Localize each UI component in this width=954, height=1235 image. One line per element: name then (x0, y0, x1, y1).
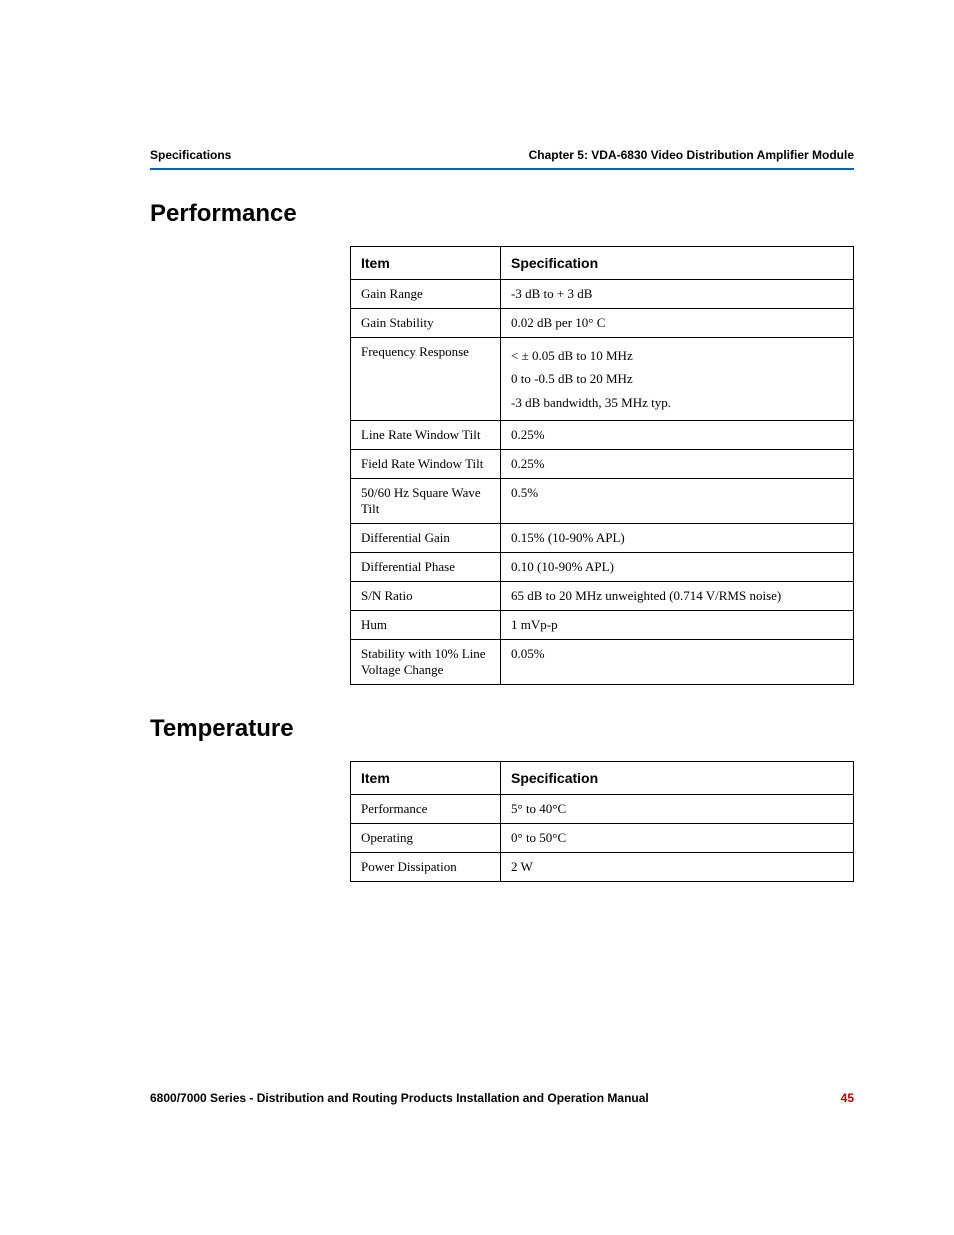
table-row: Differential Gain0.15% (10-90% APL) (351, 524, 854, 553)
table-row: Hum1 mVp-p (351, 611, 854, 640)
cell-item: Performance (351, 795, 501, 824)
cell-item: Gain Stability (351, 309, 501, 338)
cell-item: Differential Gain (351, 524, 501, 553)
table-row: Field Rate Window Tilt0.25% (351, 450, 854, 479)
table-row: S/N Ratio65 dB to 20 MHz unweighted (0.7… (351, 582, 854, 611)
cell-spec: 5° to 40°C (501, 795, 854, 824)
col-header-spec: Specification (501, 762, 854, 795)
cell-item: Gain Range (351, 280, 501, 309)
cell-spec: -3 dB to + 3 dB (501, 280, 854, 309)
footer-page-number: 45 (841, 1091, 854, 1105)
cell-spec: 0.25% (501, 450, 854, 479)
table-row: Line Rate Window Tilt0.25% (351, 421, 854, 450)
cell-item: Stability with 10% Line Voltage Change (351, 640, 501, 685)
cell-item: Line Rate Window Tilt (351, 421, 501, 450)
table-row: Frequency Response< ± 0.05 dB to 10 MHz0… (351, 338, 854, 421)
table-row: Differential Phase0.10 (10-90% APL) (351, 553, 854, 582)
col-header-item: Item (351, 247, 501, 280)
cell-item: 50/60 Hz Square Wave Tilt (351, 479, 501, 524)
cell-item: S/N Ratio (351, 582, 501, 611)
table-row: Operating0° to 50°C (351, 824, 854, 853)
col-header-item: Item (351, 762, 501, 795)
table-row: Stability with 10% Line Voltage Change0.… (351, 640, 854, 685)
cell-item: Operating (351, 824, 501, 853)
performance-tbody: Gain Range-3 dB to + 3 dBGain Stability0… (351, 280, 854, 685)
cell-item: Power Dissipation (351, 853, 501, 882)
section-title-performance: Performance (150, 200, 854, 228)
table-header-row: Item Specification (351, 762, 854, 795)
table-row: Gain Stability0.02 dB per 10° C (351, 309, 854, 338)
cell-spec: 0° to 50°C (501, 824, 854, 853)
header-right: Chapter 5: VDA-6830 Video Distribution A… (529, 148, 854, 162)
cell-item: Frequency Response (351, 338, 501, 421)
table-header-row: Item Specification (351, 247, 854, 280)
table-row: 50/60 Hz Square Wave Tilt0.5% (351, 479, 854, 524)
cell-spec: < ± 0.05 dB to 10 MHz0 to -0.5 dB to 20 … (501, 338, 854, 421)
cell-spec: 0.05% (501, 640, 854, 685)
page-header: Specifications Chapter 5: VDA-6830 Video… (150, 148, 854, 170)
cell-item: Field Rate Window Tilt (351, 450, 501, 479)
page-footer: 6800/7000 Series - Distribution and Rout… (150, 1091, 854, 1105)
cell-spec: 0.25% (501, 421, 854, 450)
cell-item: Hum (351, 611, 501, 640)
table-row: Power Dissipation2 W (351, 853, 854, 882)
cell-spec: 65 dB to 20 MHz unweighted (0.714 V/RMS … (501, 582, 854, 611)
performance-table: Item Specification Gain Range-3 dB to + … (350, 246, 854, 685)
header-left: Specifications (150, 148, 231, 162)
cell-spec: 2 W (501, 853, 854, 882)
col-header-spec: Specification (501, 247, 854, 280)
temperature-table: Item Specification Performance5° to 40°C… (350, 761, 854, 882)
table-row: Gain Range-3 dB to + 3 dB (351, 280, 854, 309)
cell-spec: 0.02 dB per 10° C (501, 309, 854, 338)
cell-spec: 0.10 (10-90% APL) (501, 553, 854, 582)
cell-spec: 0.5% (501, 479, 854, 524)
section-title-temperature: Temperature (150, 715, 854, 743)
temperature-tbody: Performance5° to 40°COperating0° to 50°C… (351, 795, 854, 882)
cell-item: Differential Phase (351, 553, 501, 582)
cell-spec: 1 mVp-p (501, 611, 854, 640)
footer-text: 6800/7000 Series - Distribution and Rout… (150, 1091, 649, 1105)
table-row: Performance5° to 40°C (351, 795, 854, 824)
cell-spec: 0.15% (10-90% APL) (501, 524, 854, 553)
